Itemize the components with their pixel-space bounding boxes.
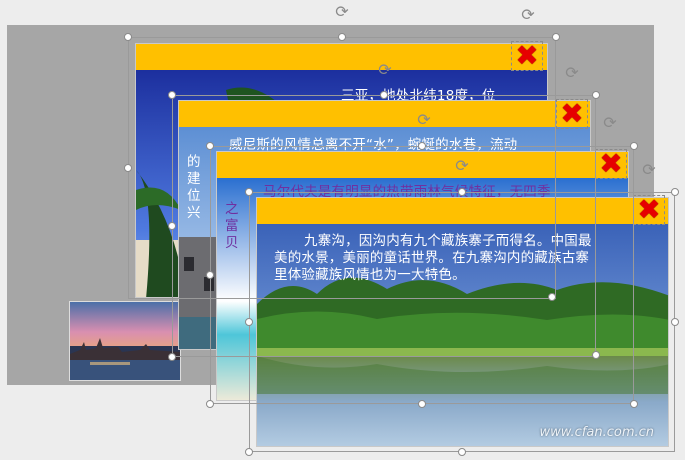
resize-handle[interactable]	[671, 318, 679, 326]
resize-handle[interactable]	[458, 188, 466, 196]
slide-card-jiuzhaigou[interactable]: 九寨沟，因沟内有九个藏族寨子而得名。中国最 美的水景，美丽的童话世界。在九寨沟内…	[256, 197, 669, 447]
card-caption: 九寨沟，因沟内有九个藏族寨子而得名。中国最 美的水景，美丽的童话世界。在九寨沟内…	[274, 233, 664, 284]
resize-handle[interactable]	[245, 318, 253, 326]
rotate-icon[interactable]: ⟳	[602, 115, 618, 131]
resize-handle[interactable]	[418, 400, 426, 408]
card-title-bar	[179, 101, 590, 127]
resize-handle[interactable]	[592, 351, 600, 359]
caption-line: 里体验藏族风情也为一大特色。	[274, 267, 466, 283]
resize-handle[interactable]	[592, 91, 600, 99]
resize-handle[interactable]	[124, 164, 132, 172]
close-button[interactable]: ✖	[595, 149, 627, 179]
resize-handle[interactable]	[168, 353, 176, 361]
city-thumbnail-image[interactable]	[69, 301, 181, 381]
resize-handle[interactable]	[245, 188, 253, 196]
close-icon: ✖	[515, 39, 539, 72]
resize-handle[interactable]	[552, 33, 560, 41]
resize-handle[interactable]	[206, 142, 214, 150]
close-button[interactable]: ✖	[633, 195, 665, 225]
resize-handle[interactable]	[630, 142, 638, 150]
resize-handle[interactable]	[245, 448, 253, 456]
resize-handle[interactable]	[671, 188, 679, 196]
card-title-bar	[136, 44, 547, 70]
close-icon: ✖	[637, 193, 661, 226]
close-icon: ✖	[560, 97, 584, 130]
caption-line: 美的水景，美丽的童话世界。在九寨沟内的藏族古寨	[274, 250, 590, 266]
resize-handle[interactable]	[168, 222, 176, 230]
resize-handle[interactable]	[630, 400, 638, 408]
city-thumbnail-graphic	[70, 302, 180, 380]
rotate-icon[interactable]: ⟳	[334, 4, 350, 20]
resize-handle[interactable]	[124, 33, 132, 41]
resize-handle[interactable]	[206, 400, 214, 408]
resize-handle[interactable]	[548, 293, 556, 301]
watermark-text: www.cfan.com.cn	[539, 425, 654, 440]
resize-handle[interactable]	[418, 142, 426, 150]
close-icon: ✖	[599, 147, 623, 180]
resize-handle[interactable]	[458, 448, 466, 456]
rotate-icon[interactable]: ⟳	[416, 112, 432, 128]
rotate-icon[interactable]: ⟳	[564, 65, 580, 81]
rotate-icon[interactable]: ⟳	[454, 158, 470, 174]
rotate-icon[interactable]: ⟳	[377, 62, 393, 78]
resize-handle[interactable]	[338, 33, 346, 41]
rotate-icon[interactable]: ⟳	[520, 7, 536, 23]
resize-handle[interactable]	[206, 271, 214, 279]
caption-line: 九寨沟，因沟内有九个藏族寨子而得名。中国最	[304, 233, 592, 249]
resize-handle[interactable]	[168, 91, 176, 99]
close-button[interactable]: ✖	[511, 41, 543, 71]
card-title-bar	[217, 152, 628, 178]
rotate-icon[interactable]: ⟳	[641, 162, 657, 178]
resize-handle[interactable]	[380, 91, 388, 99]
close-button[interactable]: ✖	[556, 99, 588, 129]
card-title-bar	[257, 198, 668, 224]
